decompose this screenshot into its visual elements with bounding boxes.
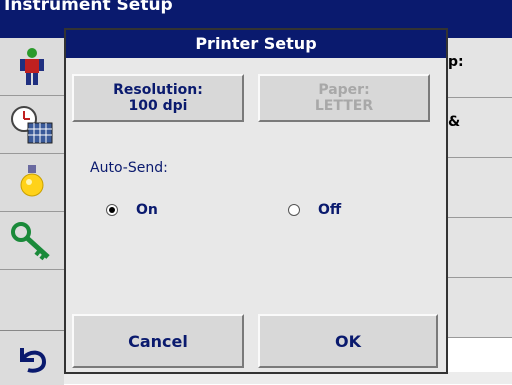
printer-setup-dialog: Printer Setup Resolution: 100 dpi Paper:… [64,28,448,374]
auto-send-on-radio[interactable]: On [106,202,158,218]
ok-button[interactable]: OK [258,314,438,368]
ok-label: OK [335,331,361,351]
sidebar-item-operator[interactable] [0,38,64,96]
background-cell: & [442,98,512,158]
operator-icon [20,47,44,85]
resolution-value: 100 dpi [128,98,188,114]
lightbulb-icon [20,164,44,196]
background-cell [442,158,512,218]
dialog-title: Printer Setup [66,30,446,58]
auto-send-off-radio[interactable]: Off [288,202,341,218]
back-button[interactable] [0,330,64,385]
sidebar-item-lamp[interactable] [0,154,64,212]
background-cell [442,278,512,338]
back-arrow-icon [20,348,47,373]
resolution-button[interactable]: Resolution: 100 dpi [72,74,244,122]
background-cell: p: [442,38,512,98]
cancel-button[interactable]: Cancel [72,314,244,368]
sidebar-item-security[interactable] [0,212,64,270]
radio-unselected-icon [288,204,300,216]
sidebar-item-datetime[interactable] [0,96,64,154]
auto-send-off-label: Off [318,202,342,218]
resolution-label: Resolution: [113,82,203,98]
paper-value: LETTER [314,98,374,114]
background-cell [442,218,512,278]
clock-calendar-icon [11,105,53,143]
auto-send-on-label: On [136,202,158,218]
key-icon [11,221,50,260]
cancel-label: Cancel [128,331,188,351]
paper-label: Paper: [318,82,370,98]
auto-send-label: Auto-Send: [90,160,168,176]
background-title: Instrument Setup [4,0,173,15]
radio-selected-icon [106,204,118,216]
paper-button[interactable]: Paper: LETTER [258,74,430,122]
background-right-panel: p: & [442,38,512,338]
